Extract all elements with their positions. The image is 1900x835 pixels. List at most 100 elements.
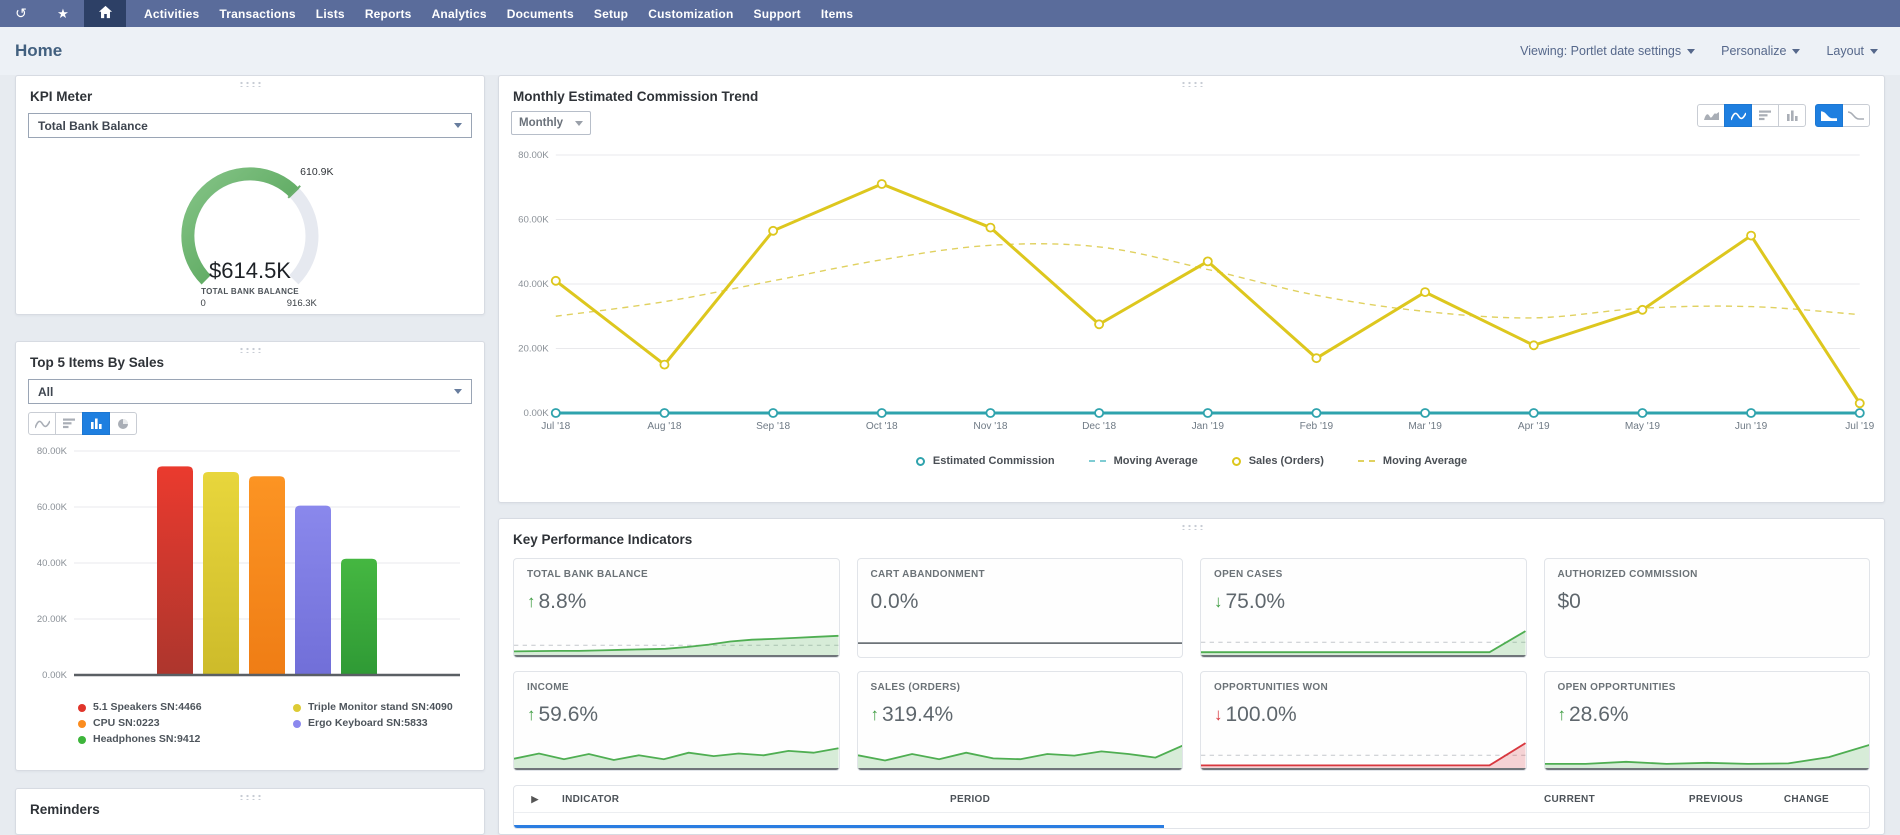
row-highlight (514, 825, 1164, 828)
kpi-gauge: 610.9K $614.5K TOTAL BANK BALANCE 0 916.… (16, 144, 484, 316)
kpi-table-row[interactable] (514, 813, 1869, 828)
pie-chart-button[interactable] (109, 412, 137, 435)
chevron-down-icon (1870, 49, 1878, 54)
portlet-drag-handle[interactable] (239, 794, 262, 800)
vbar-chart-button[interactable] (82, 412, 110, 435)
viewing-dropdown[interactable]: Viewing: Portlet date settings (1520, 44, 1695, 58)
hbar-chart-button[interactable] (1751, 104, 1779, 127)
arrow-down-icon: ↓ (1214, 705, 1223, 725)
kpi-label: INCOME (527, 682, 826, 693)
legend-item: Moving Average (1358, 455, 1467, 467)
svg-text:20.00K: 20.00K (37, 614, 68, 625)
svg-text:0: 0 (201, 298, 206, 309)
kpi-tile[interactable]: AUTHORIZED COMMISSION $0 (1544, 558, 1871, 658)
nav-item-customization[interactable]: Customization (638, 0, 743, 27)
kpi-tile[interactable]: TOTAL BANK BALANCE ↑8.8% (513, 558, 840, 658)
kpi-tile[interactable]: SALES (ORDERS) ↑319.4% (857, 671, 1184, 771)
svg-text:40.00K: 40.00K (518, 279, 549, 290)
personalize-dropdown[interactable]: Personalize (1721, 44, 1800, 58)
column-header-period[interactable]: PERIOD (944, 794, 1453, 805)
portlet-drag-handle[interactable] (1180, 524, 1203, 530)
nav-item-setup[interactable]: Setup (584, 0, 638, 27)
svg-text:Jan '19: Jan '19 (1192, 421, 1225, 432)
arrow-up-icon: ↑ (527, 592, 536, 612)
kpi-label: SALES (ORDERS) (871, 682, 1170, 693)
legend-item: CPU SN:0223 (78, 716, 293, 731)
kpi-tile[interactable]: CART ABANDONMENT 0.0% (857, 558, 1184, 658)
column-header-change[interactable]: CHANGE (1749, 794, 1869, 805)
arrow-down-icon: ↓ (1214, 592, 1223, 612)
shortcuts-button[interactable]: ★ (42, 0, 84, 27)
line-chart-button[interactable] (28, 412, 56, 435)
portlet-drag-handle[interactable] (239, 347, 262, 353)
nav-item-reports[interactable]: Reports (355, 0, 422, 27)
column-header-current[interactable]: CURRENT (1453, 794, 1601, 805)
hbar-chart-button[interactable] (55, 412, 83, 435)
smooth-line-button[interactable] (1842, 104, 1870, 127)
nav-item-analytics[interactable]: Analytics (422, 0, 497, 27)
kpi-portlet: Key Performance Indicators TOTAL BANK BA… (498, 518, 1885, 835)
kpi-value: ↑28.6% (1558, 703, 1857, 727)
svg-text:40.00K: 40.00K (37, 558, 68, 569)
kpi-value: ↓75.0% (1214, 590, 1513, 614)
legend-item: 5.1 Speakers SN:4466 (78, 700, 293, 715)
svg-text:916.3K: 916.3K (287, 298, 318, 309)
column-header-previous[interactable]: PREVIOUS (1601, 794, 1749, 805)
smooth-area-button[interactable] (1815, 104, 1843, 127)
reminders-portlet: Reminders (15, 788, 485, 835)
nav-item-items[interactable]: Items (811, 0, 863, 27)
svg-text:60.00K: 60.00K (37, 502, 68, 513)
nav-item-documents[interactable]: Documents (497, 0, 584, 27)
recent-records-button[interactable]: ↺ (0, 0, 42, 27)
legend-marker (916, 457, 925, 466)
kpi-label: OPPORTUNITIES WON (1214, 682, 1513, 693)
line-chart-button[interactable] (1724, 104, 1752, 127)
svg-text:Jul '19: Jul '19 (1845, 421, 1874, 432)
svg-text:Feb '19: Feb '19 (1300, 421, 1334, 432)
kpi-table: ▶ INDICATOR PERIOD CURRENT PREVIOUS CHAN… (513, 785, 1870, 829)
trend-period-select[interactable]: Monthly (511, 111, 591, 135)
svg-text:$614.5K: $614.5K (209, 258, 291, 283)
home-button[interactable] (84, 0, 126, 27)
nav-item-transactions[interactable]: Transactions (209, 0, 305, 27)
expand-arrow-icon[interactable]: ▶ (514, 794, 556, 805)
pie-chart-icon (117, 418, 129, 430)
top-nav: ↺ ★ ActivitiesTransactionsListsReportsAn… (0, 0, 1900, 27)
kpi-meter-select[interactable]: Total Bank Balance (28, 113, 472, 138)
chevron-down-icon (1792, 49, 1800, 54)
portlet-drag-handle[interactable] (1180, 81, 1203, 87)
svg-text:Mar '19: Mar '19 (1408, 421, 1442, 432)
smooth-area-icon (1821, 110, 1837, 121)
legend-dot (78, 736, 86, 744)
legend-dash (1089, 460, 1106, 462)
kpi-label: OPEN OPPORTUNITIES (1558, 682, 1857, 693)
kpi-tile[interactable]: OPEN CASES ↓75.0% (1200, 558, 1527, 658)
vbar-chart-button[interactable] (1778, 104, 1806, 127)
history-icon: ↺ (15, 5, 27, 22)
kpi-value: ↓100.0% (1214, 703, 1513, 727)
nav-menu: ActivitiesTransactionsListsReportsAnalyt… (134, 0, 863, 27)
legend-dot (78, 720, 86, 728)
kpi-tile[interactable]: INCOME ↑59.6% (513, 671, 840, 771)
column-header-indicator[interactable]: INDICATOR (556, 794, 944, 805)
kpi-tile[interactable]: OPEN OPPORTUNITIES ↑28.6% (1544, 671, 1871, 771)
svg-text:60.00K: 60.00K (518, 215, 549, 226)
nav-item-activities[interactable]: Activities (134, 0, 209, 27)
page-header: Home Viewing: Portlet date settings Pers… (0, 27, 1900, 75)
nav-item-lists[interactable]: Lists (306, 0, 355, 27)
legend-dash (1358, 460, 1375, 462)
nav-item-support[interactable]: Support (743, 0, 810, 27)
svg-text:0.00K: 0.00K (42, 670, 67, 681)
layout-dropdown[interactable]: Layout (1826, 44, 1878, 58)
svg-text:Aug '18: Aug '18 (647, 421, 681, 432)
legend-marker (1232, 457, 1241, 466)
svg-text:May '19: May '19 (1625, 421, 1661, 432)
svg-text:Jun '19: Jun '19 (1735, 421, 1768, 432)
area-chart-button[interactable] (1697, 104, 1725, 127)
svg-text:Oct '18: Oct '18 (866, 421, 898, 432)
portlet-drag-handle[interactable] (239, 81, 262, 87)
kpi-tile[interactable]: OPPORTUNITIES WON ↓100.0% (1200, 671, 1527, 771)
vbar-chart-icon (1786, 110, 1799, 121)
top5-filter-select[interactable]: All (28, 379, 472, 404)
svg-text:80.00K: 80.00K (518, 150, 549, 161)
